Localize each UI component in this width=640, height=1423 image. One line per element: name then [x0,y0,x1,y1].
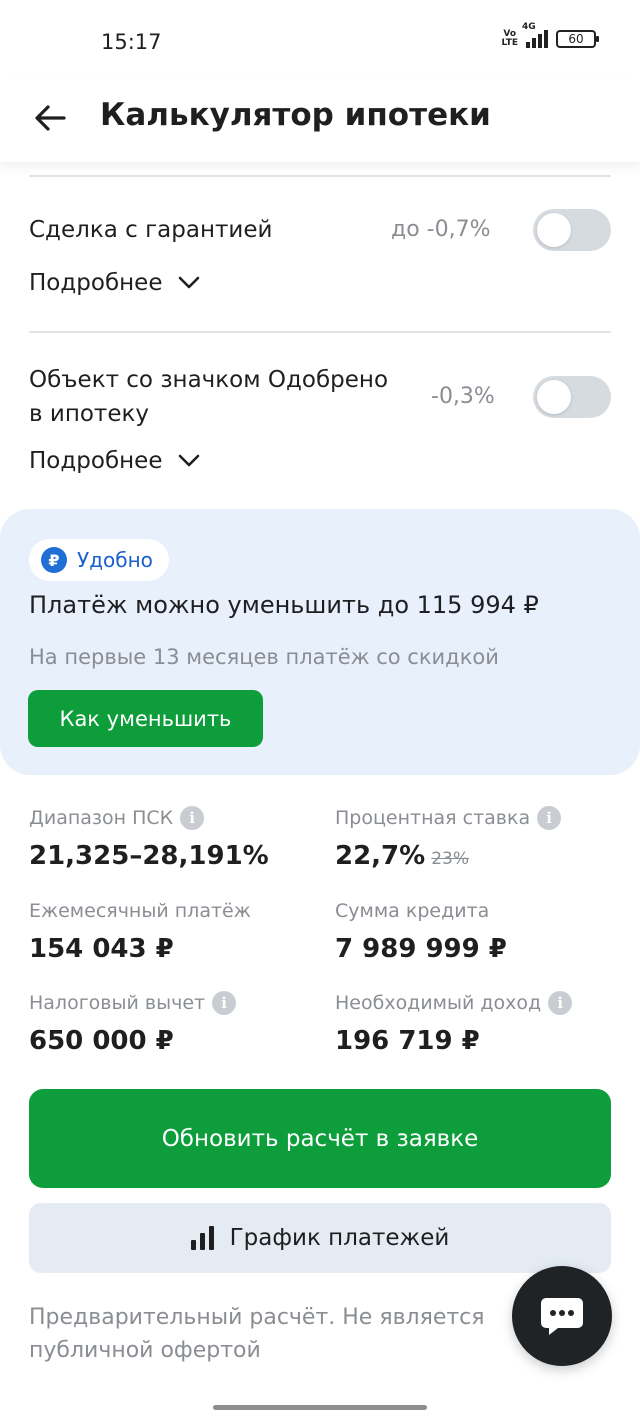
status-time: 15:17 [101,30,162,54]
volte-icon: Vo LTE [501,29,518,48]
more-link-label: Подробнее [29,448,163,474]
stat-tax-value: 650 000 ₽ [29,1026,174,1056]
stat-income: Необходимый доход i 196 719 ₽ [335,988,635,1056]
stat-income-value: 196 719 ₽ [335,1026,480,1056]
stat-rate-value: 22,7% [335,841,426,871]
option-approved-label-line2: в ипотеку [29,401,149,427]
guarantee-more-link[interactable]: Подробнее [29,270,200,296]
stat-psk: Диапазон ПСК i 21,325–28,191% [29,803,329,871]
network-type: 4G [522,22,536,32]
ruble-icon: ₽ [41,547,67,573]
signal-icon: 4G [522,22,548,48]
stat-monthly: Ежемесячный платёж 154 043 ₽ [29,896,329,964]
promo-card: ₽ Удобно Платёж можно уменьшить до 115 9… [0,509,640,775]
info-icon[interactable]: i [180,806,205,830]
stat-monthly-value: 154 043 ₽ [29,934,174,964]
promo-title: Платёж можно уменьшить до 115 994 ₽ [29,591,539,619]
disclaimer: Предварительный расчёт. Не является публ… [29,1305,485,1363]
stat-rate-old-value: 23% [431,849,469,869]
divider [29,175,611,177]
stat-tax-label: Налоговый вычет [29,992,206,1014]
stat-rate: Процентная ставка i 22,7% 23% [335,803,635,871]
payment-schedule-button[interactable]: График платежей [29,1203,611,1273]
approved-more-link[interactable]: Подробнее [29,448,200,474]
stat-psk-value: 21,325–28,191% [29,841,269,871]
stat-rate-label: Процентная ставка [335,807,531,829]
bar-chart-icon [190,1226,214,1250]
promo-badge-label: Удобно [77,548,153,572]
chat-bubble-icon [541,1298,583,1335]
option-approved-label: Объект со значком Одобрено в ипотеку [29,363,388,431]
update-calculation-button[interactable]: Обновить расчёт в заявке [29,1089,611,1188]
more-link-label: Подробнее [29,270,163,296]
page-title: Калькулятор ипотеки [100,97,491,133]
divider [29,331,611,333]
back-arrow-icon[interactable] [30,98,70,138]
stat-rate-value-row: 22,7% 23% [335,841,635,871]
toggle-knob [537,213,571,247]
info-icon[interactable]: i [548,991,573,1015]
option-guarantee-discount: до -0,7% [391,217,491,242]
stat-psk-label: Диапазон ПСК [29,807,174,829]
approved-toggle[interactable] [533,376,611,418]
promo-badge: ₽ Удобно [29,539,169,581]
stat-loan-label: Сумма кредита [335,900,490,922]
payment-schedule-label: График платежей [229,1225,450,1251]
stat-monthly-label: Ежемесячный платёж [29,900,251,922]
chevron-down-icon [179,454,200,467]
info-icon[interactable]: i [537,806,562,830]
stat-loan-value: 7 989 999 ₽ [335,934,507,964]
stat-loan: Сумма кредита 7 989 999 ₽ [335,896,635,964]
stat-tax: Налоговый вычет i 650 000 ₽ [29,988,329,1056]
option-approved-label-line1: Объект со значком Одобрено [29,367,389,393]
status-bar: 15:17 Vo LTE 4G 60 [0,0,640,80]
reduce-payment-button[interactable]: Как уменьшить [28,690,263,747]
toggle-knob [537,380,571,414]
guarantee-toggle[interactable] [533,209,611,251]
option-guarantee-label: Сделка с гарантией [29,217,273,243]
status-icons: Vo LTE 4G 60 [501,22,599,48]
home-indicator[interactable] [213,1405,427,1410]
chevron-down-icon [179,276,200,289]
chat-button[interactable] [512,1266,612,1366]
stat-income-label: Необходимый доход [335,992,542,1014]
info-icon[interactable]: i [212,991,237,1015]
battery-icon: 60 [556,30,599,48]
promo-subtitle: На первые 13 месяцев платёж со скидкой [29,645,499,669]
option-approved-discount: -0,3% [431,384,495,409]
app-header: Калькулятор ипотеки [0,80,640,162]
